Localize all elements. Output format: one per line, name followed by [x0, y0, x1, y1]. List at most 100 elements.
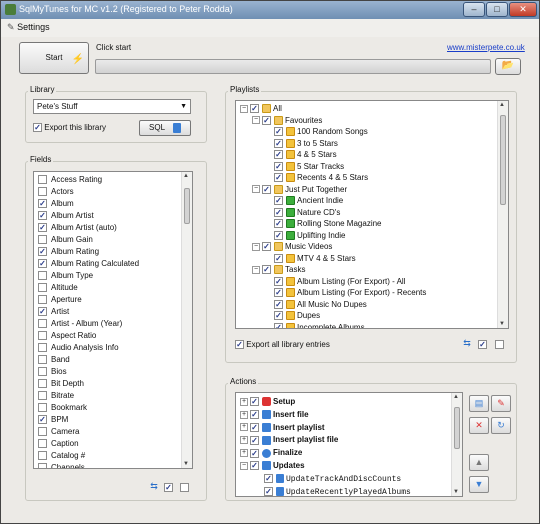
- checkbox[interactable]: [38, 451, 47, 461]
- checkbox[interactable]: ✓: [274, 253, 283, 263]
- field-item[interactable]: Band: [38, 354, 70, 366]
- action-item[interactable]: − ✓ Updates: [240, 460, 305, 471]
- field-item[interactable]: Audio Analysis Info: [38, 342, 119, 354]
- checkbox[interactable]: ✓: [264, 486, 273, 496]
- playlist-tree-item[interactable]: ✓ Uplifting Indie: [264, 230, 345, 241]
- fields-scrollbar[interactable]: ▲ ▼: [181, 172, 192, 468]
- checkbox[interactable]: [38, 175, 47, 185]
- fields-list[interactable]: Access Rating Actors ✓ Album ✓ Album Artist ✓ A…: [33, 171, 193, 469]
- checkbox[interactable]: [38, 403, 47, 413]
- field-item[interactable]: ✓ Album: [38, 198, 74, 210]
- checkbox[interactable]: ✓: [250, 410, 259, 420]
- action-item[interactable]: + ✓ Insert playlist: [240, 422, 325, 433]
- scroll-thumb[interactable]: [500, 115, 506, 205]
- scroll-thumb[interactable]: [184, 188, 190, 224]
- move-up-button[interactable]: ▲: [469, 454, 489, 471]
- action-item[interactable]: + ✓ Setup: [240, 396, 295, 407]
- field-item[interactable]: ✓ Artist: [38, 306, 69, 318]
- checkbox[interactable]: [38, 379, 47, 389]
- scroll-down-icon[interactable]: ▼: [183, 461, 189, 467]
- playlist-tree-item[interactable]: ✓ Album Listing (For Export) - All: [264, 276, 405, 287]
- field-item[interactable]: ✓ Album Rating: [38, 246, 99, 258]
- checkbox[interactable]: ✓: [274, 127, 283, 137]
- field-item[interactable]: Bit Depth: [38, 378, 84, 390]
- website-link[interactable]: www.misterpete.co.uk: [447, 43, 525, 52]
- open-folder-button[interactable]: 📂: [495, 58, 521, 75]
- field-item[interactable]: Artist - Album (Year): [38, 318, 122, 330]
- scroll-up-icon[interactable]: ▲: [183, 173, 189, 179]
- field-item[interactable]: ✓ Album Rating Calculated: [38, 258, 139, 270]
- checkbox[interactable]: [38, 427, 47, 437]
- checkbox[interactable]: ✓: [250, 397, 259, 407]
- checkbox[interactable]: ✓: [274, 173, 283, 183]
- checkbox[interactable]: ✓: [262, 242, 271, 252]
- expander-icon[interactable]: +: [240, 423, 248, 432]
- playlist-tree-item[interactable]: ✓ 3 to 5 Stars: [264, 138, 338, 149]
- checkbox[interactable]: ✓: [250, 461, 259, 471]
- move-down-button[interactable]: ▼: [469, 476, 489, 493]
- checkbox[interactable]: ✓: [38, 259, 47, 269]
- playlist-tree-item[interactable]: − ✓ Favourites: [252, 115, 322, 126]
- checkbox[interactable]: [38, 319, 47, 329]
- field-item[interactable]: ✓ Album Artist (auto): [38, 222, 117, 234]
- fields-select-all-checkbox[interactable]: ✓: [164, 483, 173, 492]
- checkbox[interactable]: ✓: [250, 104, 259, 114]
- expander-icon[interactable]: −: [252, 265, 260, 274]
- scroll-thumb[interactable]: [454, 407, 460, 449]
- scroll-up-icon[interactable]: ▲: [499, 102, 505, 108]
- expander-icon[interactable]: +: [240, 449, 248, 458]
- fields-select-none-checkbox[interactable]: [180, 483, 189, 492]
- playlist-tree-item[interactable]: ✓ Ancient Indie: [264, 195, 343, 206]
- action-item[interactable]: ✓ UpdateTrackAndDiscCounts: [264, 473, 401, 484]
- start-button[interactable]: Start ⚡: [19, 42, 89, 74]
- checkbox[interactable]: ✓: [264, 474, 273, 484]
- add-action-button[interactable]: ▤: [469, 395, 489, 412]
- field-item[interactable]: ✓ BPM: [38, 414, 68, 426]
- checkbox[interactable]: ✓: [38, 199, 47, 209]
- expander-icon[interactable]: +: [240, 397, 248, 406]
- playlist-tree-item[interactable]: ✓ 4 & 5 Stars: [264, 149, 337, 160]
- playlist-tree-item[interactable]: − ✓ Just Put Together: [252, 184, 347, 195]
- checkbox[interactable]: ✓: [38, 247, 47, 257]
- playlist-tree-item[interactable]: ✓ MTV 4 & 5 Stars: [264, 253, 356, 264]
- checkbox[interactable]: ✓: [250, 422, 259, 432]
- checkbox[interactable]: ✓: [38, 223, 47, 233]
- field-item[interactable]: Altitude: [38, 282, 78, 294]
- checkbox[interactable]: ✓: [274, 219, 283, 229]
- field-item[interactable]: Actors: [38, 186, 74, 198]
- checkbox[interactable]: ✓: [274, 288, 283, 298]
- refresh-playlists-icon[interactable]: ⇆: [457, 336, 477, 353]
- playlist-tree-item[interactable]: ✓ All Music No Dupes: [264, 299, 367, 310]
- expander-icon[interactable]: +: [240, 436, 248, 445]
- checkbox[interactable]: [38, 439, 47, 449]
- scroll-down-icon[interactable]: ▼: [499, 321, 505, 327]
- checkbox[interactable]: ✓: [274, 322, 283, 328]
- checkbox[interactable]: ✓: [235, 340, 244, 350]
- expander-icon[interactable]: −: [240, 104, 248, 113]
- checkbox[interactable]: ✓: [274, 299, 283, 309]
- action-item[interactable]: + ✓ Finalize: [240, 447, 302, 458]
- checkbox[interactable]: [38, 271, 47, 281]
- export-all-checkbox[interactable]: ✓ Export all library entries: [235, 340, 330, 350]
- export-library-checkbox[interactable]: ✓ Export this library: [33, 123, 106, 133]
- playlist-tree-item[interactable]: ✓ Incomplete Albums: [264, 322, 365, 328]
- field-item[interactable]: Bios: [38, 366, 67, 378]
- checkbox[interactable]: [38, 391, 47, 401]
- refresh-action-button[interactable]: ↻: [491, 417, 511, 434]
- expander-icon[interactable]: −: [240, 461, 248, 470]
- field-item[interactable]: Album Type: [38, 270, 93, 282]
- playlists-tree[interactable]: − ✓ All − ✓ Favourites ✓ 100 Random Songs ✓ 3 to …: [235, 100, 509, 329]
- checkbox[interactable]: ✓: [38, 415, 47, 425]
- checkbox[interactable]: ✓: [250, 435, 259, 445]
- checkbox[interactable]: [38, 295, 47, 305]
- checkbox[interactable]: [38, 187, 47, 197]
- playlist-tree-item[interactable]: ✓ Dupes: [264, 310, 320, 321]
- checkbox[interactable]: ✓: [274, 196, 283, 206]
- checkbox[interactable]: [38, 367, 47, 377]
- playlist-tree-item[interactable]: ✓ Nature CD's: [264, 207, 340, 218]
- field-item[interactable]: Album Gain: [38, 234, 93, 246]
- field-item[interactable]: Bookmark: [38, 402, 87, 414]
- expander-icon[interactable]: −: [252, 185, 260, 194]
- close-button[interactable]: ✕: [509, 2, 537, 17]
- checkbox[interactable]: ✓: [262, 265, 271, 275]
